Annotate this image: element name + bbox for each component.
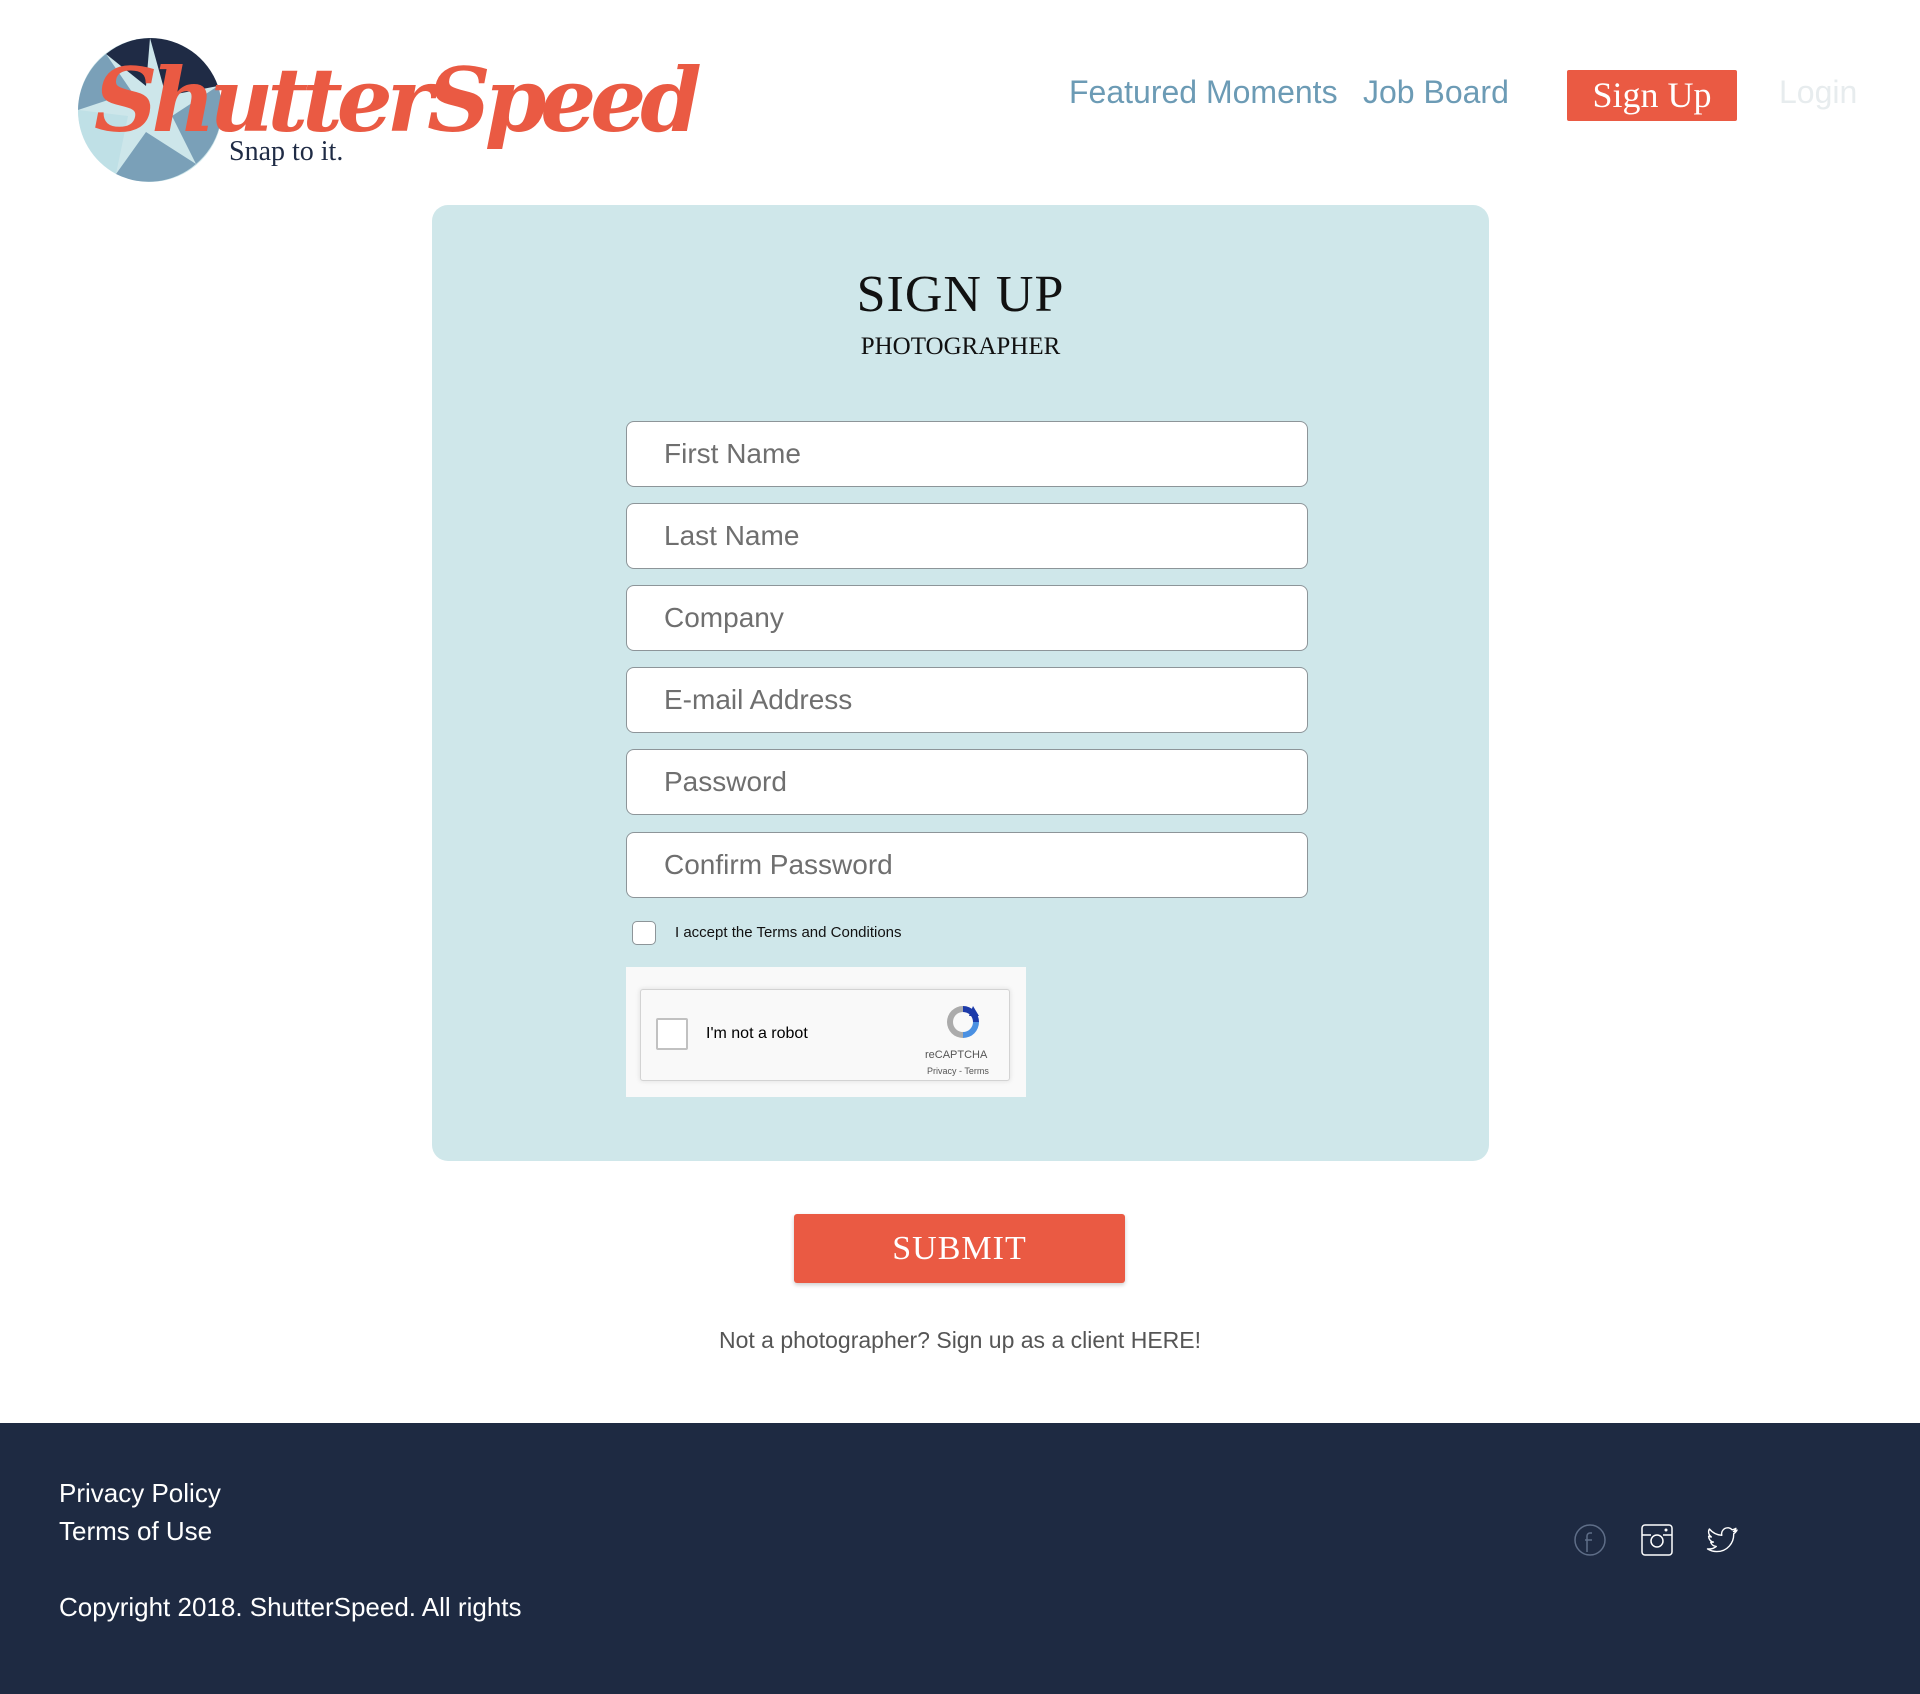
nav-login[interactable]: Login bbox=[1779, 74, 1857, 111]
footer: Privacy Policy Terms of Use Copyright 20… bbox=[0, 1423, 1920, 1694]
logo-wordmark: ShutterSpeed bbox=[94, 48, 702, 152]
submit-button[interactable]: SUBMIT bbox=[794, 1214, 1125, 1283]
signup-form-card: SIGN UP PHOTOGRAPHER I accept the Terms … bbox=[432, 205, 1489, 1161]
form-subtitle: PHOTOGRAPHER bbox=[860, 333, 1061, 360]
footer-copyright: Copyright 2018. ShutterSpeed. All rights bbox=[59, 1592, 522, 1622]
last-name-field[interactable] bbox=[626, 503, 1308, 569]
facebook-icon[interactable] bbox=[1573, 1523, 1607, 1557]
terms-label[interactable]: I accept the Terms and Conditions bbox=[675, 924, 902, 941]
twitter-icon[interactable] bbox=[1706, 1523, 1740, 1557]
company-field[interactable] bbox=[626, 585, 1308, 651]
recaptcha-widget: I'm not a robot reCAPTCHA Privacy - Term… bbox=[626, 967, 1026, 1097]
footer-terms-of-use[interactable]: Terms of Use bbox=[59, 1516, 212, 1547]
recaptcha-links[interactable]: Privacy - Terms bbox=[927, 1066, 989, 1076]
client-signup-link[interactable]: Not a photographer? Sign up as a client … bbox=[0, 1327, 1920, 1354]
password-field[interactable] bbox=[626, 749, 1308, 815]
nav-job-board[interactable]: Job Board bbox=[1363, 74, 1509, 111]
recaptcha-label: I'm not a robot bbox=[706, 1025, 808, 1042]
logo-tagline: Snap to it. bbox=[229, 136, 344, 167]
first-name-field[interactable] bbox=[626, 421, 1308, 487]
recaptcha-checkbox[interactable] bbox=[656, 1018, 688, 1050]
nav-sign-up-button[interactable]: Sign Up bbox=[1567, 70, 1737, 121]
recaptcha-brand: reCAPTCHA bbox=[925, 1049, 988, 1061]
instagram-icon[interactable] bbox=[1640, 1523, 1674, 1557]
recaptcha-box: I'm not a robot reCAPTCHA Privacy - Term… bbox=[640, 989, 1010, 1081]
logo[interactable]: ShutterSpeed Snap to it. bbox=[76, 36, 702, 186]
nav-featured-moments[interactable]: Featured Moments bbox=[1069, 74, 1338, 111]
form-title: SIGN UP bbox=[856, 266, 1065, 323]
email-field[interactable] bbox=[626, 667, 1308, 733]
recaptcha-logo-icon bbox=[947, 1006, 979, 1038]
confirm-password-field[interactable] bbox=[626, 832, 1308, 898]
footer-privacy-policy[interactable]: Privacy Policy bbox=[59, 1478, 221, 1509]
terms-checkbox[interactable] bbox=[632, 921, 656, 945]
